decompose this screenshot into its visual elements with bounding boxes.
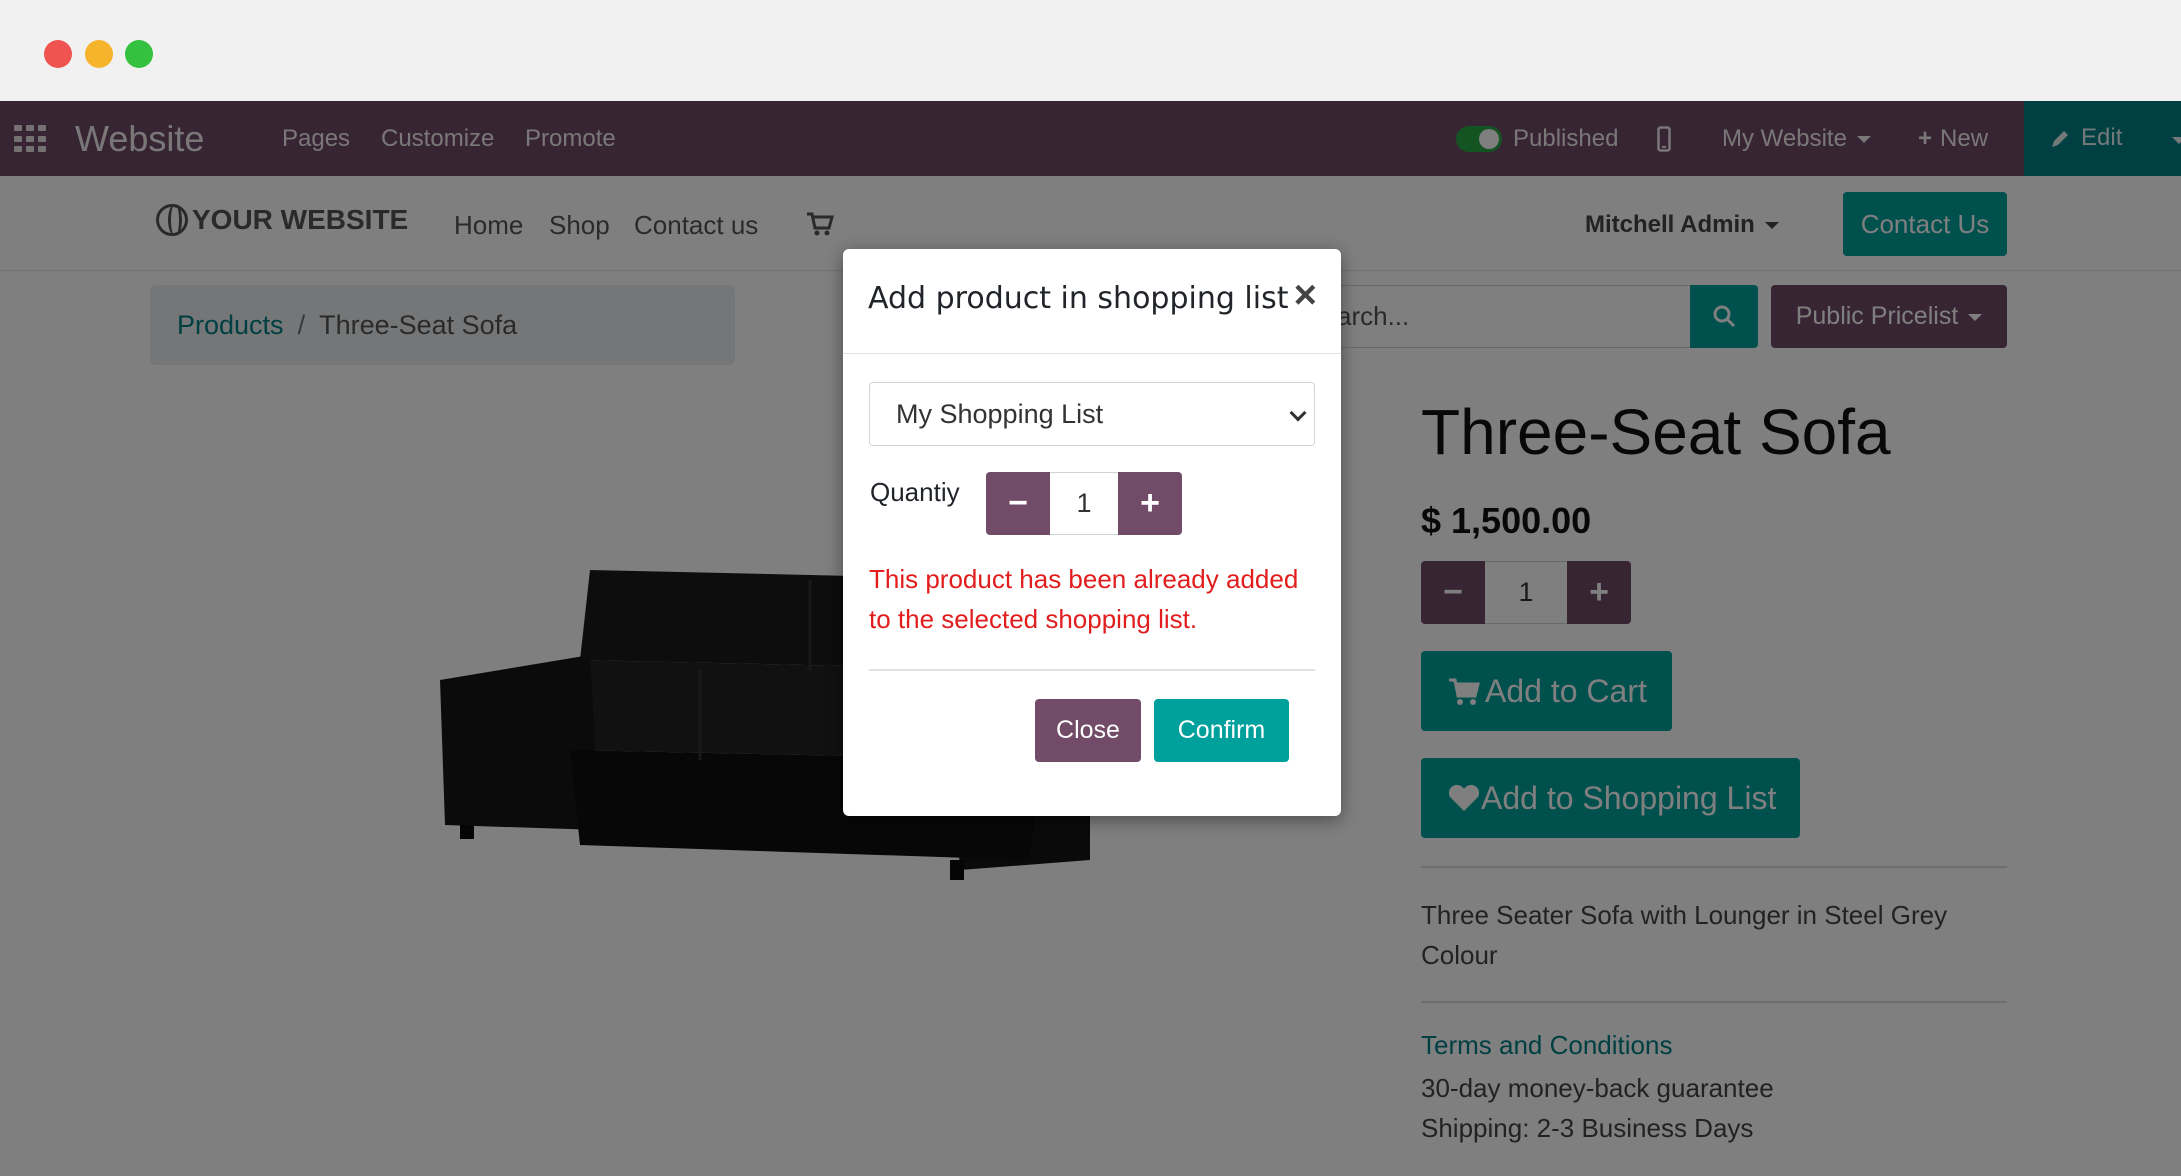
window-maximize-icon[interactable]: [125, 40, 153, 68]
duplicate-warning: This product has been already added to t…: [869, 564, 1299, 634]
divider: [869, 669, 1315, 671]
quantity-input[interactable]: 1: [1050, 472, 1118, 535]
shopping-list-selected: My Shopping List: [896, 399, 1104, 429]
dialog-quantity-stepper: − 1 +: [986, 472, 1182, 535]
dialog-title: Add product in shopping list: [868, 281, 1289, 316]
confirm-button[interactable]: Confirm: [1154, 699, 1289, 762]
quantity-label: Quantiy: [870, 477, 960, 507]
shopping-list-select[interactable]: My Shopping List: [869, 382, 1315, 446]
close-icon[interactable]: ×: [1294, 275, 1317, 315]
decrease-quantity-button[interactable]: −: [986, 472, 1050, 535]
window-titlebar: [0, 0, 2181, 101]
window-minimize-icon[interactable]: [85, 40, 113, 68]
shopping-list-dialog: Add product in shopping list × My Shoppi…: [843, 249, 1341, 816]
modal-backdrop[interactable]: Add product in shopping list × My Shoppi…: [0, 101, 2181, 1176]
window-close-icon[interactable]: [44, 40, 72, 68]
chevron-down-icon: [1289, 404, 1307, 422]
divider: [843, 353, 1341, 354]
close-button[interactable]: Close: [1035, 699, 1141, 762]
increase-quantity-button[interactable]: +: [1118, 472, 1182, 535]
